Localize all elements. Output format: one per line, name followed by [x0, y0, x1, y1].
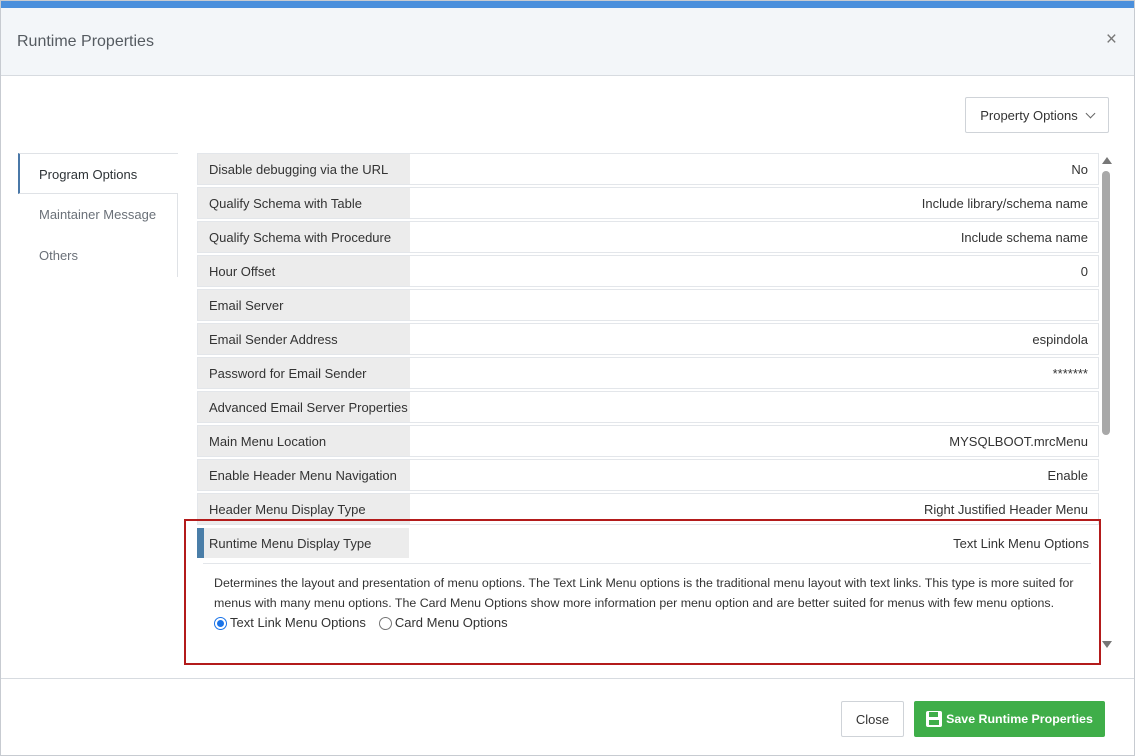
property-grid: Disable debugging via the URL No Qualify… [197, 153, 1101, 663]
radio-label: Card Menu Options [394, 615, 508, 630]
property-label: Advanced Email Server Properties [198, 392, 410, 422]
property-value [410, 290, 1098, 320]
property-value: 0 [410, 256, 1098, 286]
selected-property-label: Runtime Menu Display Type [204, 528, 409, 558]
options-sidebar: Program Options Maintainer Message Other… [18, 153, 178, 277]
property-label: Main Menu Location [198, 426, 410, 456]
dialog-header: Runtime Properties × [1, 8, 1134, 76]
selected-property-row[interactable]: Runtime Menu Display Type Text Link Menu… [197, 526, 1099, 560]
property-value: Enable [410, 460, 1098, 490]
property-label: Password for Email Sender [198, 358, 410, 388]
scroll-up-arrow-icon[interactable] [1102, 157, 1112, 164]
tab-others[interactable]: Others [18, 235, 177, 276]
property-row[interactable]: Qualify Schema with Procedure Include sc… [197, 221, 1099, 253]
scroll-down-arrow-icon[interactable] [1102, 641, 1112, 648]
property-label: Enable Header Menu Navigation [198, 460, 410, 490]
property-value: Include schema name [410, 222, 1098, 252]
save-button-label: Save Runtime Properties [946, 712, 1093, 726]
chevron-down-icon [1085, 108, 1096, 118]
save-icon [926, 711, 943, 727]
property-options-button[interactable]: Property Options [965, 97, 1109, 133]
property-value: No [410, 154, 1098, 184]
save-runtime-properties-button[interactable]: Save Runtime Properties [914, 701, 1105, 737]
property-row[interactable]: Header Menu Display Type Right Justified… [197, 493, 1099, 525]
property-value: MYSQLBOOT.mrcMenu [410, 426, 1098, 456]
close-button[interactable]: Close [841, 701, 904, 737]
property-value: Include library/schema name [410, 188, 1098, 218]
radio-label: Text Link Menu Options [230, 615, 366, 630]
runtime-properties-dialog: Runtime Properties × Property Options Pr… [0, 0, 1135, 756]
radio-checked-icon[interactable] [214, 616, 227, 630]
property-label: Email Sender Address [198, 324, 410, 354]
scrollbar-thumb[interactable] [1102, 171, 1110, 435]
property-value [410, 392, 1098, 422]
property-value: Right Justified Header Menu [410, 494, 1098, 524]
property-label: Qualify Schema with Procedure [198, 222, 410, 252]
close-icon[interactable]: × [1106, 30, 1117, 49]
property-value: ******* [410, 358, 1098, 388]
property-label: Qualify Schema with Table [198, 188, 410, 218]
property-row[interactable]: Advanced Email Server Properties [197, 391, 1099, 423]
property-row[interactable]: Email Server [197, 289, 1099, 321]
radio-card-menu-options[interactable]: Card Menu Options [378, 613, 508, 633]
property-description: Determines the layout and presentation o… [214, 576, 1074, 610]
property-label: Hour Offset [198, 256, 410, 286]
selected-row-marker [197, 528, 204, 558]
tab-maintainer-message[interactable]: Maintainer Message [18, 194, 177, 235]
property-row[interactable]: Password for Email Sender ******* [197, 357, 1099, 389]
vertical-scrollbar[interactable] [1100, 155, 1113, 653]
property-value: espindola [410, 324, 1098, 354]
property-options-label: Property Options [980, 107, 1078, 123]
property-label: Header Menu Display Type [198, 494, 410, 524]
property-row[interactable]: Email Sender Address espindola [197, 323, 1099, 355]
accent-bar [1, 1, 1134, 8]
property-label: Email Server [198, 290, 410, 320]
tab-program-options[interactable]: Program Options [18, 153, 178, 194]
property-row[interactable]: Main Menu Location MYSQLBOOT.mrcMenu [197, 425, 1099, 457]
property-label: Disable debugging via the URL [198, 154, 410, 184]
property-row[interactable]: Qualify Schema with Table Include librar… [197, 187, 1099, 219]
selected-property-value: Text Link Menu Options [953, 535, 1089, 551]
menu-display-type-options: Text Link Menu Options Card Menu Options [214, 613, 1081, 633]
property-row[interactable]: Hour Offset 0 [197, 255, 1099, 287]
dialog-title: Runtime Properties [17, 33, 154, 50]
property-description-panel: Determines the layout and presentation o… [203, 563, 1091, 655]
dialog-footer: Close Save Runtime Properties [1, 678, 1134, 755]
property-row[interactable]: Enable Header Menu Navigation Enable [197, 459, 1099, 491]
property-row[interactable]: Disable debugging via the URL No [197, 153, 1099, 185]
radio-unchecked-icon[interactable] [378, 616, 392, 630]
radio-text-link-menu-options[interactable]: Text Link Menu Options [214, 613, 366, 633]
